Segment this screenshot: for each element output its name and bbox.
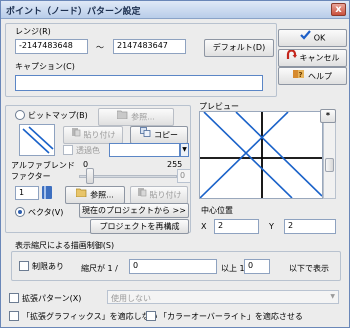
range-min-input[interactable]: -2147483648: [15, 39, 88, 54]
zoom-limit-label: 表示縮尺による描画制御(S): [15, 241, 115, 250]
bitmap-radio-label[interactable]: ビットマップ(B): [28, 110, 88, 121]
bitmap-paste-label: 貼り付け: [83, 130, 116, 140]
cancel-button[interactable]: キャンセル: [278, 49, 347, 67]
ok-label: OK: [313, 33, 326, 43]
center-position-label: 中心位置: [201, 206, 233, 215]
chevron-down-icon: ▼: [182, 146, 187, 153]
alpha-value-input[interactable]: 0: [177, 169, 191, 183]
dialog-window: ポイント（ノード）パターン設定 x レンジ(R) -2147483648 ～ 2…: [0, 0, 350, 328]
vector-radio[interactable]: [15, 207, 25, 217]
extended-pattern-value: 使用しない: [111, 294, 151, 303]
color-overwrite-checkbox[interactable]: [146, 311, 156, 321]
alpha-label-2: ファクター: [11, 172, 51, 181]
book-icon[interactable]: [41, 185, 53, 200]
alpha-label-1: アルファブレンド: [11, 161, 75, 170]
check-icon: [299, 30, 311, 46]
extended-pattern-checkbox[interactable]: [9, 293, 19, 303]
preview-star-button[interactable]: *: [320, 109, 336, 123]
vector-radio-label[interactable]: ベクタ(V): [28, 207, 63, 218]
help-button[interactable]: ? ヘルプ: [278, 67, 347, 85]
extended-pattern-label[interactable]: 拡張パターン(X): [22, 293, 81, 304]
folder-icon: [116, 109, 128, 125]
copy-icon: [140, 127, 151, 143]
center-x-input[interactable]: 2: [214, 219, 259, 234]
paste-icon: [71, 127, 81, 143]
preview-diagonal-2: [235, 111, 323, 197]
redraw-project-button[interactable]: プロジェクトを再構成: [90, 219, 189, 234]
center-y-label: Y: [269, 222, 274, 231]
preview-canvas: [199, 111, 323, 199]
preview-scroll-thumb[interactable]: [325, 158, 334, 172]
limit-checkbox-label[interactable]: 制限あり: [32, 261, 64, 272]
alpha-slider-thumb[interactable]: [86, 168, 94, 184]
vector-browse-button[interactable]: 参照...: [65, 186, 125, 204]
range-max-input[interactable]: 2147483647: [113, 39, 186, 54]
paste-icon: [137, 187, 147, 203]
help-label: ヘルプ: [308, 72, 332, 81]
transparent-color-dropdown[interactable]: ▼: [180, 143, 189, 157]
scale-to-input[interactable]: 0: [244, 259, 270, 274]
default-button[interactable]: デフォルト(D): [204, 39, 274, 57]
cancel-label: キャンセル: [299, 53, 340, 63]
number-input[interactable]: 1: [15, 186, 39, 200]
vector-browse-label: 参照...: [90, 190, 114, 200]
window-title: ポイント（ノード）パターン設定: [6, 7, 141, 17]
bitmap-thumbnail: [19, 124, 55, 156]
chevron-down-icon: ▼: [330, 293, 335, 300]
from-project-button[interactable]: 現在のプロジェクトから >>: [79, 203, 189, 218]
caption-input[interactable]: [15, 75, 263, 91]
preview-diagonal-3: [199, 111, 289, 199]
color-overwrite-label[interactable]: 「カラーオーバーライト」を適応させる: [159, 311, 303, 322]
transparent-label: 透過色: [76, 146, 100, 155]
center-x-label: X: [201, 222, 207, 231]
scale-prefix-label: 縮尺が 1 /: [81, 264, 118, 273]
scale-suffix-label: 以下で表示: [289, 264, 329, 273]
bitmap-copy-label: コピー: [154, 130, 178, 140]
scale-from-input[interactable]: 0: [129, 259, 217, 274]
range-label: レンジ(R): [15, 27, 51, 36]
preview-diagonal-1: [203, 111, 293, 199]
help-icon: ?: [293, 68, 305, 85]
cancel-icon: [286, 49, 297, 66]
ext-graphics-checkbox[interactable]: [9, 311, 19, 321]
folder-icon: [75, 187, 87, 203]
bitmap-browse-label: 参照...: [131, 112, 155, 122]
bitmap-browse-button[interactable]: 参照...: [98, 108, 174, 126]
close-button[interactable]: x: [331, 3, 346, 16]
alpha-max-label: 255: [167, 160, 183, 169]
vector-paste-label: 貼り付け: [149, 190, 182, 200]
bitmap-paste-button[interactable]: 貼り付け: [63, 126, 123, 144]
transparent-checkbox[interactable]: [63, 145, 73, 155]
range-separator: ～: [96, 43, 104, 52]
center-y-input[interactable]: 2: [284, 219, 336, 234]
title-bar: ポイント（ノード）パターン設定 x: [1, 1, 349, 19]
bitmap-radio[interactable]: [15, 110, 25, 120]
ext-graphics-label[interactable]: 「拡張グラフィックス」を適応しない: [22, 311, 158, 322]
preview-scrollbar[interactable]: [323, 111, 336, 199]
transparent-color-picker[interactable]: [109, 143, 180, 157]
vector-paste-button[interactable]: 貼り付け: [130, 186, 188, 204]
extended-pattern-select[interactable]: 使用しない ▼: [107, 290, 339, 304]
caption-label: キャプション(C): [15, 62, 75, 71]
limit-checkbox[interactable]: [19, 261, 29, 271]
bitmap-copy-button[interactable]: コピー: [130, 126, 188, 144]
ok-button[interactable]: OK: [278, 29, 347, 47]
svg-text:?: ?: [299, 71, 303, 79]
